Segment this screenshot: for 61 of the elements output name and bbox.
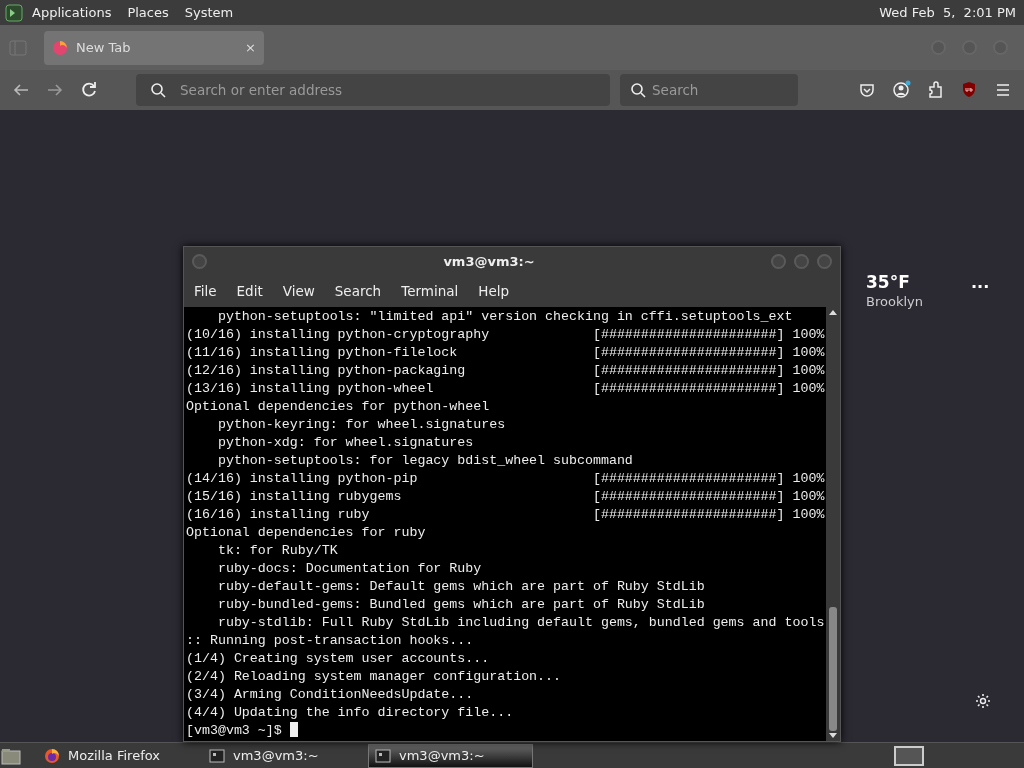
terminal-icon[interactable] [4,2,24,23]
terminal-line: (2/4) Reloading system manager configuration... [186,668,563,686]
panel-menu[interactable]: Applications [32,2,112,23]
menu-item[interactable]: View [272,281,325,302]
menu-item[interactable]: Terminal [391,281,469,302]
terminal-line: (12/16) installing python-packaging [######################] 100% [186,362,826,380]
terminal-line: (1/4) Creating system user accounts... [186,650,491,668]
terminal-line: :: Running post-transaction hooks... [186,632,475,650]
city: Brooklyn [866,293,923,311]
menu-item[interactable]: Help [468,281,520,302]
prompt: [vm3@vm3 ~]$ [186,722,283,740]
terminal-line: tk: for Ruby/TK [216,542,339,560]
address-field[interactable]: Search or enter address [136,74,610,106]
terminal-line: ruby-default-gems: Default gems which are part of Ruby StdLib [216,578,706,596]
window-menu-button[interactable] [192,254,207,269]
terminal-line: (11/16) installing python-filelock [######################] 100% [186,344,826,362]
terminal-line: ruby-docs: Documentation for Ruby [216,560,483,578]
more-button[interactable]: ··· [970,272,990,312]
panel-menu[interactable]: System [184,2,234,23]
terminal-icon [375,748,391,763]
minimize-button[interactable] [771,254,786,269]
clock: Wed Feb 5, 2:01 PM [879,3,1016,22]
terminal-line: ruby-bundled-gems: Bundled gems which are part of Ruby StdLib [216,596,706,614]
terminal-icon [209,748,225,763]
terminal-line: (13/16) installing python-wheel [######################] 100% [186,380,826,398]
tab-title: New Tab [76,38,132,57]
taskbar-button[interactable]: vm3@vm3:~ [368,743,533,768]
workspace-switcher[interactable] [894,745,924,766]
terminal-line: python-xdg: for wheel.signatures [216,434,475,452]
menu-item[interactable]: File [184,281,227,302]
search-icon [630,82,646,98]
terminal-line: (15/16) installing rubygems [######################] 100% [186,488,826,506]
settings-icon[interactable] [974,692,992,710]
browser-tab[interactable]: New Tab × [44,30,264,65]
terminal-line: ruby-stdlib: Full Ruby StdLib including default gems, bundled gems and tools [216,614,826,632]
window-title: vm3@vm3:~ [442,252,536,271]
terminal-line: python-setuptools: "limited api" version checking in cffi.setuptools_ext [216,308,794,326]
search-field[interactable]: Search [620,74,798,106]
firefox-icon [44,747,60,764]
close-button[interactable] [817,254,832,269]
cursor [289,722,298,737]
panel-menu[interactable]: Places [127,2,169,23]
firefox-icon [52,39,68,56]
terminal-line: (3/4) Arming ConditionNeedsUpdate... [186,686,475,704]
search-icon [150,82,166,98]
terminal-line: (14/16) installing python-pip [######################] 100% [186,470,826,488]
terminal-line: Optional dependencies for ruby [186,524,427,542]
close-button[interactable]: × [245,37,256,58]
taskbar-button[interactable]: Mozilla Firefox [38,743,203,768]
terminal-line: python-setuptools: for legacy bdist_wheel subcommand [216,452,634,470]
terminal-line: (10/16) installing python-cryptography [######################] 100% [186,326,826,344]
terminal-line: (4/4) Updating the info directory file... [186,704,515,722]
menu-item[interactable]: Search [324,281,392,302]
taskbar-button[interactable]: vm3@vm3:~ [203,743,368,768]
maximize-button[interactable] [794,254,809,269]
terminal-line: python-keyring: for wheel.signatures [216,416,507,434]
scrollbar-thumb[interactable] [829,607,837,731]
terminal-line: Optional dependencies for python-wheel [186,398,491,416]
temperature: 35°F [866,272,911,292]
terminal-line: (16/16) installing ruby [######################] 100% [186,506,826,524]
menu-item[interactable]: Edit [226,281,273,302]
